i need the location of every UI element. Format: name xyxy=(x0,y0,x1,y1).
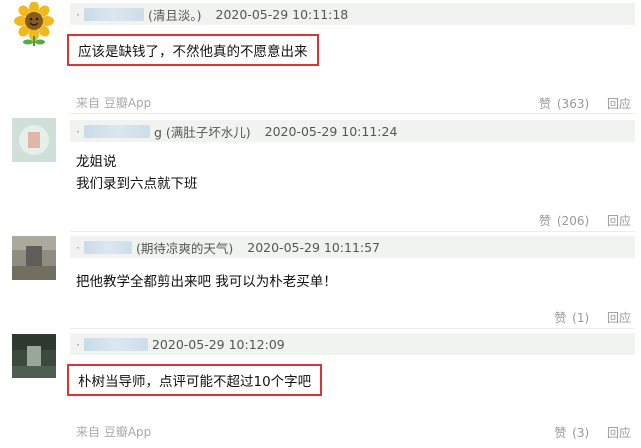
comment-meta: · 2020-05-29 10:12:09 xyxy=(70,333,635,355)
divider xyxy=(70,113,635,114)
blurred-username[interactable] xyxy=(83,7,144,21)
like-label: 赞 xyxy=(539,214,552,228)
nickname[interactable]: (期待凉爽的天气) xyxy=(136,238,233,257)
blurred-username[interactable] xyxy=(83,337,148,351)
reply-button[interactable]: 回应 xyxy=(607,214,631,228)
avatar-icon[interactable] xyxy=(12,118,56,162)
meta-dot: · xyxy=(76,123,80,139)
avatar-icon[interactable] xyxy=(12,334,56,378)
blurred-username[interactable] xyxy=(83,124,150,138)
nickname[interactable]: g (满肚子坏水儿) xyxy=(154,122,251,141)
like-button[interactable]: 赞 (206) xyxy=(533,214,589,228)
comment-actions: 赞 (206) 回应 xyxy=(527,212,631,229)
meta-dot: · xyxy=(76,6,80,22)
like-button[interactable]: 赞 (363) xyxy=(533,97,589,111)
reply-button[interactable]: 回应 xyxy=(607,426,631,440)
comment-text: 把他教学全都剪出来吧 我可以为朴老买单！ xyxy=(76,274,337,290)
comment-actions: 赞 (1) 回应 xyxy=(542,309,631,326)
like-label: 赞 xyxy=(539,97,552,111)
comment-meta: · g (满肚子坏水儿) 2020-05-29 10:11:24 xyxy=(70,120,635,142)
comment-meta: · (期待凉爽的天气) 2020-05-29 10:11:57 xyxy=(70,236,635,258)
like-count: (1) xyxy=(572,311,590,325)
reply-button[interactable]: 回应 xyxy=(607,311,631,325)
comment-actions: 赞 (363) 回应 xyxy=(527,95,631,112)
highlighted-comment-text: 应该是缺钱了，不然他真的不愿意出来 xyxy=(67,34,319,66)
timestamp: 2020-05-29 10:11:57 xyxy=(247,239,381,255)
timestamp: 2020-05-29 10:11:24 xyxy=(264,123,398,139)
like-label: 赞 xyxy=(554,426,567,440)
meta-dot: · xyxy=(76,336,80,352)
like-count: (206) xyxy=(556,214,590,228)
like-button[interactable]: 赞 (1) xyxy=(548,311,589,325)
timestamp: 2020-05-29 10:12:09 xyxy=(151,336,285,352)
highlighted-comment-text: 朴树当导师，点评可能不超过10个字吧 xyxy=(67,364,323,396)
like-count: (3) xyxy=(572,426,590,440)
comment-line-1: 龙姐说 xyxy=(76,154,117,170)
timestamp: 2020-05-29 10:11:18 xyxy=(215,6,349,22)
source-label: 来自 豆瓣App xyxy=(76,425,152,439)
like-button[interactable]: 赞 (3) xyxy=(548,426,589,440)
source-label: 来自 豆瓣App xyxy=(76,96,152,110)
avatar-sunflower-icon[interactable] xyxy=(12,2,56,46)
divider xyxy=(70,231,635,232)
divider xyxy=(70,328,635,329)
meta-dot: · xyxy=(76,239,80,255)
reply-button[interactable]: 回应 xyxy=(607,97,631,111)
comment-meta: · (清且淡。) 2020-05-29 10:11:18 xyxy=(70,3,635,25)
nickname[interactable]: (清且淡。) xyxy=(148,5,202,24)
like-count: (363) xyxy=(556,97,590,111)
blurred-username[interactable] xyxy=(83,240,132,254)
comment-actions: 赞 (3) 回应 xyxy=(542,424,631,441)
like-label: 赞 xyxy=(554,311,567,325)
comment-line-2: 我们录到六点就下班 xyxy=(76,176,198,192)
avatar-icon[interactable] xyxy=(12,236,56,280)
